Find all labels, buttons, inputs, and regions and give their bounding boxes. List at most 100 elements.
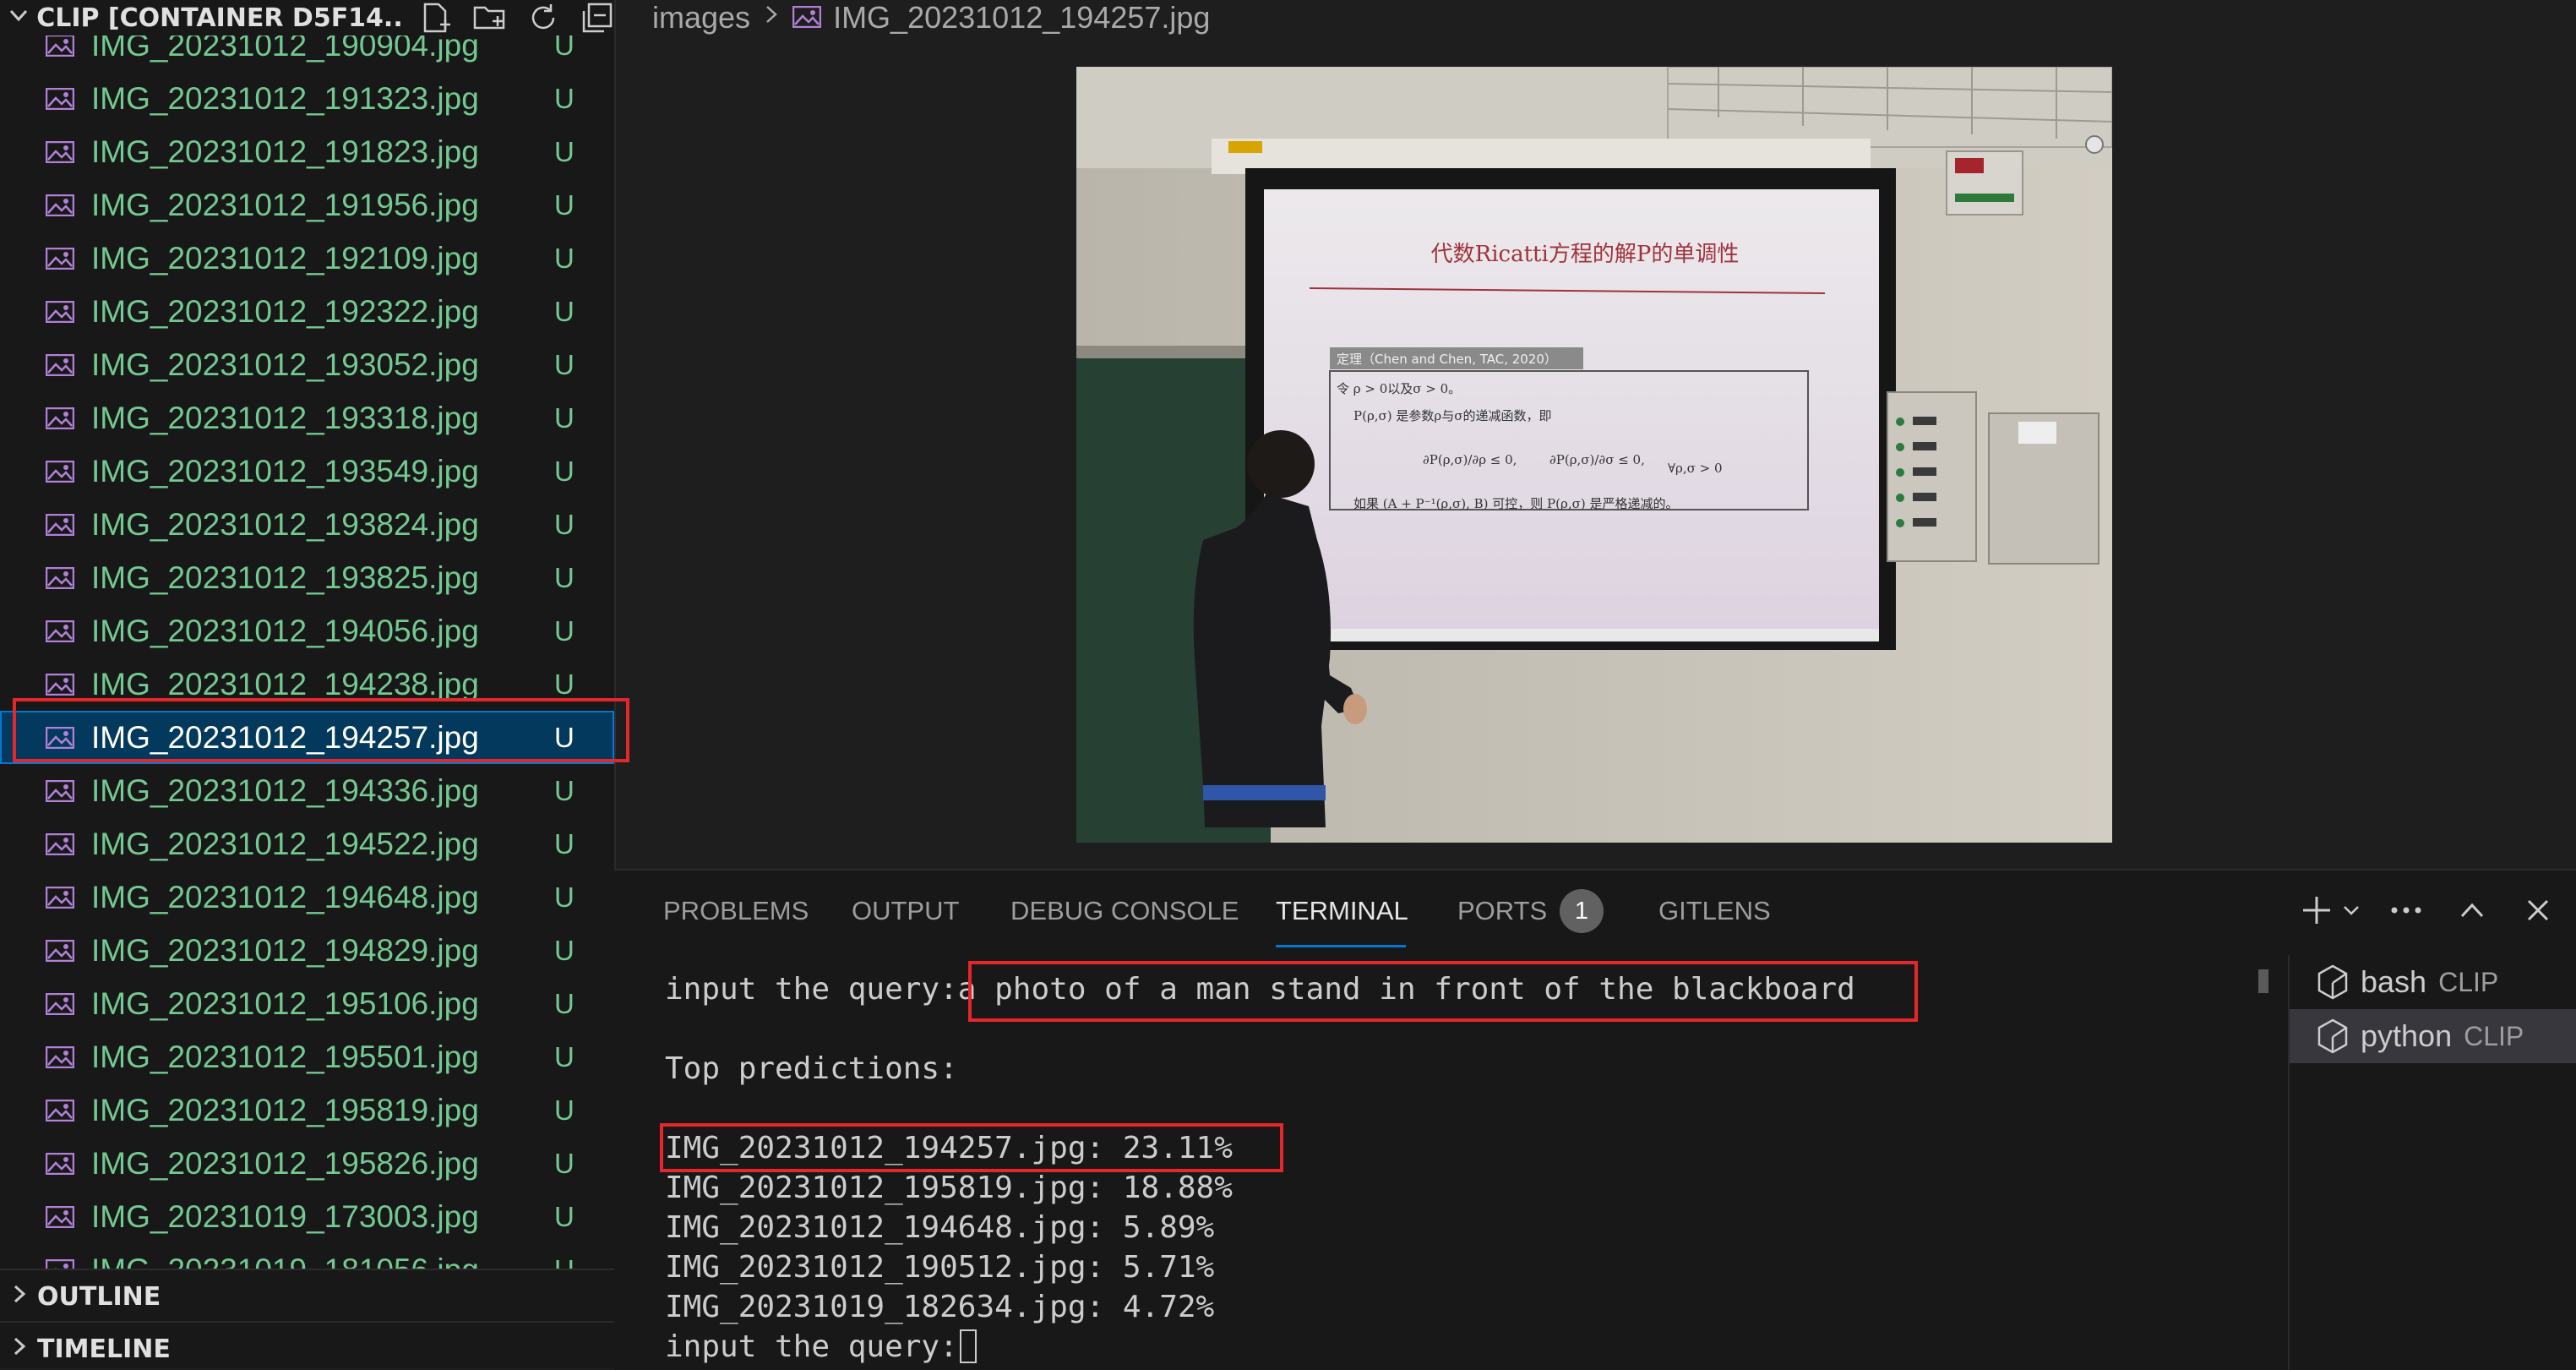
slide-title: 代数Ricatti方程的解P的单调性 — [1431, 242, 1740, 267]
git-status-badge: U — [554, 881, 575, 913]
image-file-icon — [45, 460, 75, 486]
file-item[interactable]: IMG_20231012_195501.jpg U — [0, 1030, 614, 1083]
image-file-icon — [45, 140, 75, 166]
image-file-icon — [45, 566, 75, 592]
terminal-line-prompt2[interactable]: input the query: — [665, 1327, 977, 1367]
terminal-item-bash[interactable]: bash CLIP — [2290, 955, 2576, 1009]
file-name: IMG_20231012_192322.jpg — [91, 293, 479, 329]
chevron-right-icon[interactable] — [0, 1283, 37, 1311]
terminal-name: python — [2361, 1018, 2453, 1053]
timeline-label: TIMELINE — [37, 1334, 171, 1364]
file-item[interactable]: IMG_20231012_194829.jpg U — [0, 924, 614, 977]
chevron-down-icon[interactable] — [0, 4, 36, 32]
git-status-badge: U — [554, 82, 575, 114]
terminal-prompt: input the query: — [665, 1329, 958, 1364]
file-name: IMG_20231019_173003.jpg — [91, 1198, 479, 1234]
refresh-icon[interactable] — [526, 1, 560, 35]
tab-debug-console[interactable]: DEBUG CONSOLE — [1010, 896, 1239, 926]
git-status-badge: U — [554, 934, 575, 966]
image-file-icon — [45, 779, 75, 805]
new-terminal-icon[interactable] — [2296, 887, 2338, 933]
file-item[interactable]: IMG_20231012_194336.jpg U — [0, 764, 614, 817]
image-file-icon — [45, 194, 75, 220]
file-name: IMG_20231012_195826.jpg — [91, 1145, 479, 1181]
terminal-top-label: Top predictions: — [665, 1051, 958, 1086]
git-status-badge: U — [554, 668, 575, 700]
file-item[interactable]: IMG_20231012_193549.jpg U — [0, 445, 614, 498]
tab-output[interactable]: OUTPUT — [852, 896, 959, 926]
explorer-header[interactable]: CLIP [CONTAINER D5F14... — [0, 0, 614, 35]
tab-gitlens[interactable]: GITLENS — [1658, 896, 1771, 926]
terminal-output[interactable]: input the query:a photo of a man stand i… — [660, 961, 2270, 1367]
file-name: IMG_20231012_193318.jpg — [91, 400, 479, 435]
terminal-item-python[interactable]: python CLIP — [2290, 1009, 2576, 1063]
file-item[interactable]: IMG_20231012_194648.jpg U — [0, 871, 614, 924]
chevron-right-icon[interactable] — [0, 1335, 37, 1363]
chevron-down-icon[interactable] — [2341, 887, 2361, 933]
file-item[interactable]: IMG_20231012_191956.jpg U — [0, 178, 614, 232]
breadcrumb-file[interactable]: IMG_20231012_194257.jpg — [833, 0, 1210, 35]
file-item[interactable]: IMG_20231012_195106.jpg U — [0, 977, 614, 1030]
file-name: IMG_20231012_194238.jpg — [91, 666, 479, 701]
chevron-right-icon — [762, 2, 781, 34]
maximize-panel-icon[interactable] — [2451, 887, 2493, 933]
image-file-icon — [45, 407, 75, 433]
tab-terminal[interactable]: TERMINAL — [1276, 896, 1408, 926]
file-item[interactable]: IMG_20231012_193824.jpg U — [0, 498, 614, 551]
query-highlight-box — [968, 961, 1918, 1022]
file-item-partial[interactable]: IMG_20231012_190904.jpg U — [0, 35, 614, 72]
file-item[interactable]: IMG_20231012_195819.jpg U — [0, 1083, 614, 1137]
prediction-line: IMG_20231019_182634.jpg: 4.72% — [665, 1290, 1215, 1324]
tab-ports[interactable]: PORTS — [1457, 896, 1547, 926]
file-item[interactable]: IMG_20231012_194056.jpg U — [0, 604, 614, 658]
file-item[interactable]: IMG_20231012_192109.jpg U — [0, 232, 614, 285]
git-status-badge: U — [554, 561, 575, 593]
ports-count-badge: 1 — [1560, 889, 1604, 933]
image-file-icon — [45, 247, 75, 273]
image-file-icon — [45, 886, 75, 912]
top-prediction-highlight-box — [660, 1123, 1283, 1172]
file-name: IMG_20231012_191956.jpg — [91, 187, 479, 222]
active-tab-indicator — [1276, 945, 1406, 947]
image-file-icon — [792, 0, 822, 35]
new-file-icon[interactable] — [418, 1, 452, 35]
file-name: IMG_20231012_191823.jpg — [91, 134, 479, 169]
workspace-title[interactable]: CLIP [CONTAINER D5F14... — [36, 3, 401, 33]
timeline-section[interactable]: TIMELINE — [0, 1321, 614, 1368]
file-item[interactable]: IMG_20231019_173003.jpg U — [0, 1190, 614, 1243]
file-item[interactable]: IMG_20231012_191823.jpg U — [0, 125, 614, 178]
file-item[interactable]: IMG_20231012_191323.jpg U — [0, 72, 614, 125]
file-item[interactable]: IMG_20231012_193318.jpg U — [0, 391, 614, 445]
file-name: IMG_20231012_192109.jpg — [91, 240, 479, 276]
file-item[interactable]: IMG_20231012_193825.jpg U — [0, 551, 614, 604]
image-file-icon — [45, 939, 75, 965]
image-file-icon — [45, 832, 75, 859]
image-file-icon — [45, 513, 75, 539]
file-name: IMG_20231012_193824.jpg — [91, 506, 479, 542]
new-folder-icon[interactable] — [472, 1, 506, 35]
image-file-icon — [45, 992, 75, 1018]
outline-section[interactable]: OUTLINE — [0, 1269, 614, 1323]
breadcrumb-folder[interactable]: images — [652, 0, 750, 35]
image-file-icon — [45, 87, 75, 113]
image-file-icon — [45, 1045, 75, 1072]
close-icon[interactable] — [2517, 887, 2559, 933]
file-item[interactable]: IMG_20231012_193052.jpg U — [0, 338, 614, 391]
terminal-scrollbar[interactable] — [2258, 969, 2268, 993]
file-item[interactable]: IMG_20231012_195826.jpg U — [0, 1137, 614, 1190]
file-name: IMG_20231012_194522.jpg — [91, 826, 479, 861]
breadcrumb: images IMG_20231012_194257.jpg — [652, 0, 1210, 35]
git-status-badge: U — [554, 614, 575, 647]
file-name: IMG_20231012_194648.jpg — [91, 879, 479, 914]
panel-actions — [2296, 887, 2559, 933]
file-item[interactable]: IMG_20231012_194522.jpg U — [0, 817, 614, 871]
theorem-tag: 定理（Chen and Chen, TAC, 2020） — [1337, 352, 1557, 367]
file-item[interactable]: IMG_20231019_181056.jpg U — [0, 1243, 614, 1269]
file-name: IMG_20231012_194056.jpg — [91, 613, 479, 648]
tab-problems[interactable]: PROBLEMS — [663, 896, 809, 926]
more-actions-icon[interactable] — [2385, 887, 2427, 933]
file-item[interactable]: IMG_20231012_192322.jpg U — [0, 285, 614, 338]
git-status-badge: U — [554, 188, 575, 221]
git-status-badge: U — [554, 135, 575, 167]
collapse-all-icon[interactable] — [580, 1, 614, 35]
